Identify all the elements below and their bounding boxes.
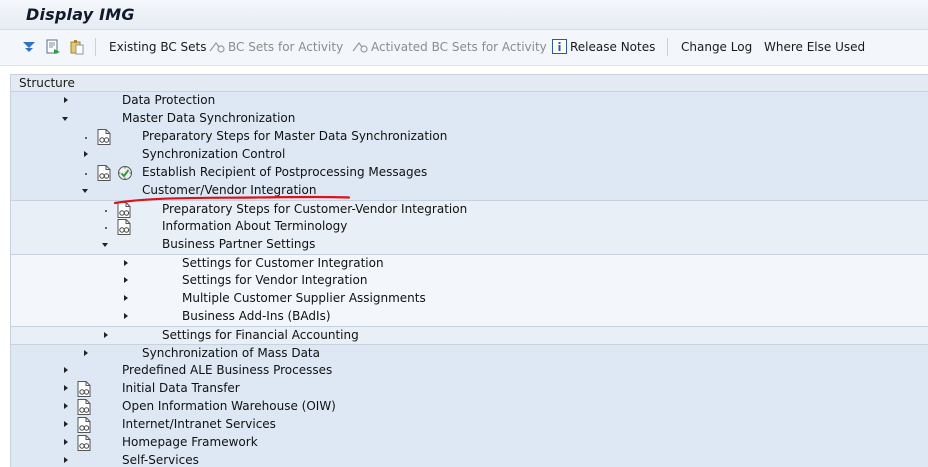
documentation-icon[interactable] bbox=[117, 202, 131, 218]
info-icon bbox=[552, 39, 567, 54]
tree-node-label[interactable]: Preparatory Steps for Customer-Vendor In… bbox=[162, 202, 467, 216]
tree-node[interactable]: Business Partner Settings bbox=[11, 236, 928, 254]
expand-node-icon[interactable] bbox=[62, 455, 72, 467]
expand-node-icon[interactable] bbox=[62, 365, 72, 377]
tree-node-label[interactable]: Establish Recipient of Postprocessing Me… bbox=[142, 165, 427, 179]
title-bar: Display IMG bbox=[0, 0, 928, 30]
expand-node-icon[interactable] bbox=[62, 437, 72, 449]
tree-node-label[interactable]: Self-Services bbox=[122, 453, 199, 467]
tree-node[interactable]: Self-Services bbox=[11, 452, 928, 467]
activated-bc-sets-icon bbox=[352, 42, 368, 53]
expand-node-icon[interactable] bbox=[62, 401, 72, 413]
tree-node-label[interactable]: Preparatory Steps for Master Data Synchr… bbox=[142, 129, 447, 143]
clipboard-icon[interactable] bbox=[69, 39, 85, 55]
tree-node-label[interactable]: Synchronization of Mass Data bbox=[142, 346, 320, 360]
img-structure-tree: Structure Data Protection Master Data Syn… bbox=[10, 74, 928, 467]
tree-node[interactable]: Customer/Vendor Integration bbox=[11, 182, 928, 200]
tree-node[interactable]: Synchronization of Mass Data bbox=[11, 344, 928, 362]
documentation-icon[interactable] bbox=[117, 219, 131, 235]
tree-node[interactable]: Internet/Intranet Services bbox=[11, 416, 928, 434]
leaf-bullet-icon bbox=[102, 204, 112, 216]
documentation-icon[interactable] bbox=[77, 399, 91, 415]
tree-node-label[interactable]: Business Partner Settings bbox=[162, 237, 315, 251]
tree-node-label[interactable]: Synchronization Control bbox=[142, 147, 285, 161]
expand-node-icon[interactable] bbox=[62, 419, 72, 431]
leaf-bullet-icon bbox=[102, 221, 112, 233]
tree-node-label[interactable]: Information About Terminology bbox=[162, 219, 347, 233]
tree-node-label[interactable]: Master Data Synchronization bbox=[122, 111, 295, 125]
tree-node[interactable]: Initial Data Transfer bbox=[11, 380, 928, 398]
tree-node[interactable]: Settings for Financial Accounting bbox=[11, 326, 928, 344]
leaf-bullet-icon bbox=[82, 131, 92, 143]
tree-node[interactable]: Preparatory Steps for Master Data Synchr… bbox=[11, 128, 928, 146]
toolbar-separator bbox=[95, 38, 96, 56]
tree-node[interactable]: Business Add-Ins (BAdIs) bbox=[11, 308, 928, 326]
expand-subtree-icon[interactable] bbox=[21, 39, 37, 55]
tree-node-label[interactable]: Initial Data Transfer bbox=[122, 381, 240, 395]
tree-node[interactable]: Preparatory Steps for Customer-Vendor In… bbox=[11, 200, 928, 218]
documentation-icon[interactable] bbox=[77, 381, 91, 397]
tree-node-label[interactable]: Predefined ALE Business Processes bbox=[122, 363, 332, 377]
tree-node[interactable]: Data Protection bbox=[11, 92, 928, 110]
expand-node-icon[interactable] bbox=[122, 293, 132, 305]
collapse-node-icon[interactable] bbox=[82, 185, 92, 197]
expand-node-icon[interactable] bbox=[102, 330, 112, 342]
tree-node[interactable]: Multiple Customer Supplier Assignments bbox=[11, 290, 928, 308]
find-icon[interactable] bbox=[45, 39, 61, 55]
activated-bc-sets-for-activity-button[interactable]: Activated BC Sets for Activity bbox=[371, 40, 547, 54]
documentation-icon[interactable] bbox=[77, 435, 91, 451]
tree-node[interactable]: Settings for Customer Integration bbox=[11, 254, 928, 272]
tree-node[interactable]: Establish Recipient of Postprocessing Me… bbox=[11, 164, 928, 182]
tree-node-label[interactable]: Internet/Intranet Services bbox=[122, 417, 276, 431]
tree-node[interactable]: Master Data Synchronization bbox=[11, 110, 928, 128]
bc-sets-for-activity-button[interactable]: BC Sets for Activity bbox=[228, 40, 343, 54]
documentation-icon[interactable] bbox=[77, 417, 91, 433]
execute-activity-icon[interactable] bbox=[117, 165, 133, 181]
toolbar-separator bbox=[667, 38, 668, 56]
tree-node[interactable]: Synchronization Control bbox=[11, 146, 928, 164]
tree-node[interactable]: Settings for Vendor Integration bbox=[11, 272, 928, 290]
structure-column-label: Structure bbox=[19, 76, 75, 90]
existing-bc-sets-button[interactable]: Existing BC Sets bbox=[109, 40, 207, 54]
collapse-node-icon[interactable] bbox=[62, 113, 72, 125]
where-else-used-button[interactable]: Where Else Used bbox=[764, 40, 865, 54]
bc-sets-icon bbox=[209, 42, 225, 53]
expand-node-icon[interactable] bbox=[62, 383, 72, 395]
release-notes-button[interactable]: Release Notes bbox=[570, 40, 655, 54]
leaf-bullet-icon bbox=[82, 167, 92, 179]
page-title: Display IMG bbox=[26, 5, 135, 24]
tree-node-label[interactable]: Settings for Customer Integration bbox=[182, 256, 384, 270]
expand-node-icon[interactable] bbox=[82, 149, 92, 161]
tree-node[interactable]: Homepage Framework bbox=[11, 434, 928, 452]
tree-column-header: Structure bbox=[11, 74, 928, 92]
collapse-node-icon[interactable] bbox=[102, 239, 112, 251]
tree-node-label[interactable]: Data Protection bbox=[122, 93, 215, 107]
tree-node-label[interactable]: Settings for Vendor Integration bbox=[182, 273, 367, 287]
expand-node-icon[interactable] bbox=[62, 95, 72, 107]
tree-node-label[interactable]: Multiple Customer Supplier Assignments bbox=[182, 291, 426, 305]
tree-node[interactable]: Information About Terminology bbox=[11, 218, 928, 236]
tree-node[interactable]: Open Information Warehouse (OIW) bbox=[11, 398, 928, 416]
tree-node-label[interactable]: Homepage Framework bbox=[122, 435, 258, 449]
change-log-button[interactable]: Change Log bbox=[681, 40, 752, 54]
tree-node-label[interactable]: Customer/Vendor Integration bbox=[142, 183, 316, 197]
expand-node-icon[interactable] bbox=[122, 311, 132, 323]
tree-node-label[interactable]: Settings for Financial Accounting bbox=[162, 328, 359, 342]
application-toolbar: Existing BC Sets BC Sets for Activity Ac… bbox=[0, 30, 928, 66]
tree-node[interactable]: Predefined ALE Business Processes bbox=[11, 362, 928, 380]
tree-node-label[interactable]: Open Information Warehouse (OIW) bbox=[122, 399, 336, 413]
expand-node-icon[interactable] bbox=[82, 348, 92, 360]
tree-node-label[interactable]: Business Add-Ins (BAdIs) bbox=[182, 309, 331, 323]
expand-node-icon[interactable] bbox=[122, 275, 132, 287]
expand-node-icon[interactable] bbox=[122, 258, 132, 270]
documentation-icon[interactable] bbox=[97, 165, 111, 181]
documentation-icon[interactable] bbox=[97, 129, 111, 145]
